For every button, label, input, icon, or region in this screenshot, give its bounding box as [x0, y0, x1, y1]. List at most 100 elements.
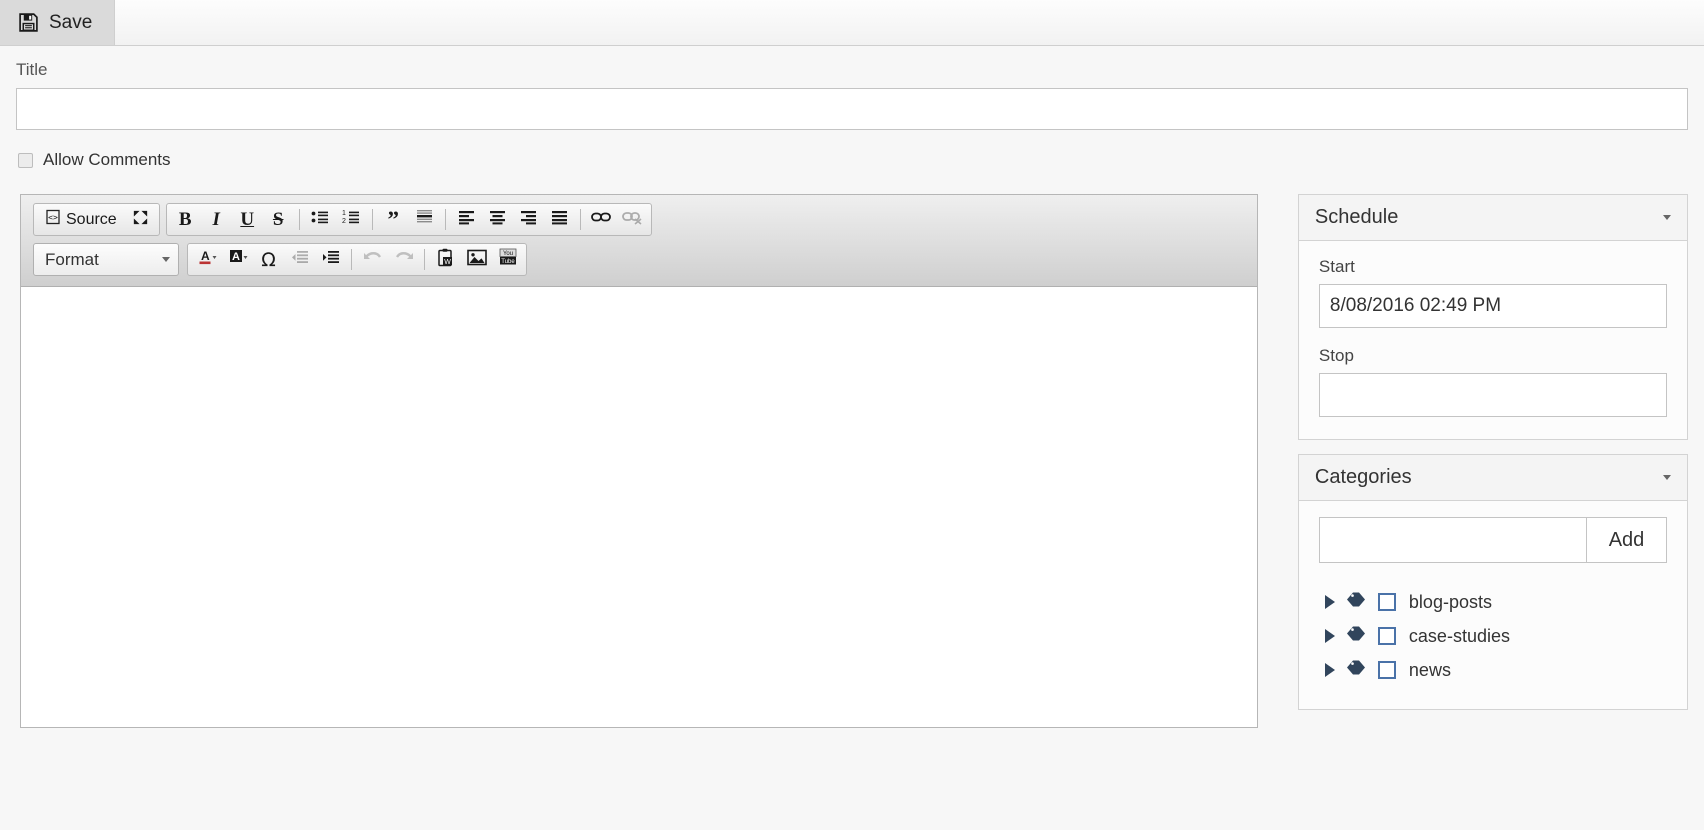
schedule-panel-title: Schedule [1314, 206, 1399, 228]
category-label: blog-posts [1408, 591, 1492, 612]
bulleted-list-icon [311, 209, 329, 230]
svg-text:A: A [201, 249, 210, 263]
redo-button[interactable] [388, 246, 419, 273]
floppy-disk-icon [18, 12, 39, 33]
tag-icon [1346, 625, 1369, 647]
editor-toolbar: <> Source B I U S 1 2 ” Format A A Ω W Y… [21, 195, 1257, 287]
editor-content-area[interactable] [21, 287, 1257, 727]
list-item[interactable]: blog-posts [1319, 585, 1667, 619]
maximize-icon [131, 208, 150, 232]
editor-toolbar-row-1: <> Source B I U S 1 2 ” [33, 203, 1247, 236]
div-container-icon [416, 209, 433, 230]
category-checkbox[interactable] [1377, 661, 1396, 679]
category-checkbox[interactable] [1377, 627, 1396, 645]
format-dropdown-label: Format [45, 249, 99, 269]
list-item[interactable]: news [1319, 653, 1667, 687]
chevron-down-icon[interactable] [1663, 475, 1671, 480]
image-button[interactable] [461, 246, 492, 273]
expand-triangle-icon[interactable] [1324, 629, 1335, 643]
omega-icon: Ω [261, 248, 276, 271]
main-content: <> Source B I U S 1 2 ” Format A A Ω W Y… [0, 170, 1704, 728]
chevron-down-icon [162, 257, 170, 262]
categories-panel: Categories Add blog-posts case-studies n… [1297, 454, 1688, 710]
format-dropdown[interactable]: Format [33, 243, 179, 276]
post-meta-form: Title Allow Comments [0, 46, 1704, 170]
undo-button[interactable] [357, 246, 388, 273]
add-category-row: Add [1318, 517, 1667, 563]
outdent-icon [291, 250, 309, 270]
bulleted-list-button[interactable] [305, 206, 336, 233]
chevron-down-icon[interactable] [1663, 215, 1671, 220]
start-label: Start [1318, 257, 1355, 276]
toolbar-group-basic-styles: B I U S 1 2 ” [165, 203, 652, 236]
toolbar-separator [298, 209, 300, 230]
strikethrough-icon: S [272, 208, 284, 230]
source-code-icon: <> [45, 209, 61, 230]
align-justify-button[interactable] [544, 206, 575, 233]
sidebar: Schedule Start Stop Categories Add [1297, 194, 1688, 724]
category-input[interactable] [1318, 517, 1587, 563]
save-button-label: Save [49, 11, 93, 33]
category-checkbox[interactable] [1377, 593, 1396, 611]
maximize-button[interactable] [125, 206, 156, 233]
category-label: news [1408, 659, 1451, 680]
blockquote-button[interactable]: ” [378, 206, 409, 233]
save-button[interactable]: Save [0, 0, 116, 45]
undo-icon [363, 249, 383, 270]
link-button[interactable] [586, 206, 617, 233]
special-character-button[interactable]: Ω [253, 246, 284, 273]
allow-comments-checkbox[interactable] [18, 152, 33, 168]
bold-button[interactable]: B [170, 206, 201, 233]
svg-text:You: You [502, 251, 512, 257]
list-item[interactable]: case-studies [1319, 619, 1667, 653]
background-color-button[interactable]: A [222, 246, 253, 273]
background-color-icon: A [228, 247, 248, 272]
align-justify-icon [551, 210, 568, 230]
link-icon [591, 210, 612, 229]
italic-button[interactable]: I [201, 206, 232, 233]
paste-from-word-button[interactable]: W [430, 246, 461, 273]
categories-panel-title: Categories [1314, 466, 1412, 488]
expand-triangle-icon[interactable] [1324, 595, 1335, 609]
source-button-label: Source [66, 210, 117, 228]
text-color-button[interactable]: A [191, 246, 222, 273]
title-label: Title [16, 60, 48, 79]
tag-icon [1346, 591, 1369, 613]
strikethrough-button[interactable]: S [263, 206, 294, 233]
svg-text:2: 2 [342, 218, 346, 225]
source-button[interactable]: <> Source [37, 206, 125, 233]
youtube-button[interactable]: You Tube [492, 246, 523, 273]
outdent-button[interactable] [284, 246, 315, 273]
underline-button[interactable]: U [232, 206, 263, 233]
bold-icon: B [178, 208, 192, 230]
image-icon [466, 249, 487, 271]
stop-date-input[interactable] [1318, 373, 1667, 417]
align-left-icon [458, 210, 475, 230]
blockquote-icon: ” [387, 206, 399, 232]
categories-panel-header[interactable]: Categories [1297, 454, 1688, 501]
schedule-panel-header[interactable]: Schedule [1297, 194, 1688, 241]
start-date-input[interactable] [1318, 284, 1667, 328]
expand-triangle-icon[interactable] [1324, 663, 1335, 677]
align-left-button[interactable] [451, 206, 482, 233]
toolbar-group-document: <> Source [33, 203, 160, 236]
align-center-button[interactable] [482, 206, 513, 233]
numbered-list-button[interactable]: 1 2 [336, 206, 367, 233]
category-list: blog-posts case-studies news [1319, 585, 1667, 687]
category-label: case-studies [1408, 625, 1510, 646]
rich-text-editor: <> Source B I U S 1 2 ” Format A A Ω W Y… [20, 194, 1258, 728]
title-input[interactable] [16, 88, 1688, 130]
create-div-button[interactable] [409, 206, 440, 233]
svg-text:1: 1 [342, 210, 346, 217]
italic-icon: I [212, 208, 220, 230]
align-right-button[interactable] [513, 206, 544, 233]
underline-icon: U [240, 208, 255, 230]
toolbar-separator [444, 209, 446, 230]
numbered-list-icon: 1 2 [342, 209, 360, 230]
toolbar-separator [351, 249, 352, 270]
editor-toolbar-row-2: Format A A Ω W You Tube [33, 243, 1247, 276]
svg-text:Tube: Tube [501, 259, 515, 265]
indent-button[interactable] [315, 246, 346, 273]
add-category-button[interactable]: Add [1587, 517, 1667, 563]
unlink-button[interactable] [617, 206, 648, 233]
